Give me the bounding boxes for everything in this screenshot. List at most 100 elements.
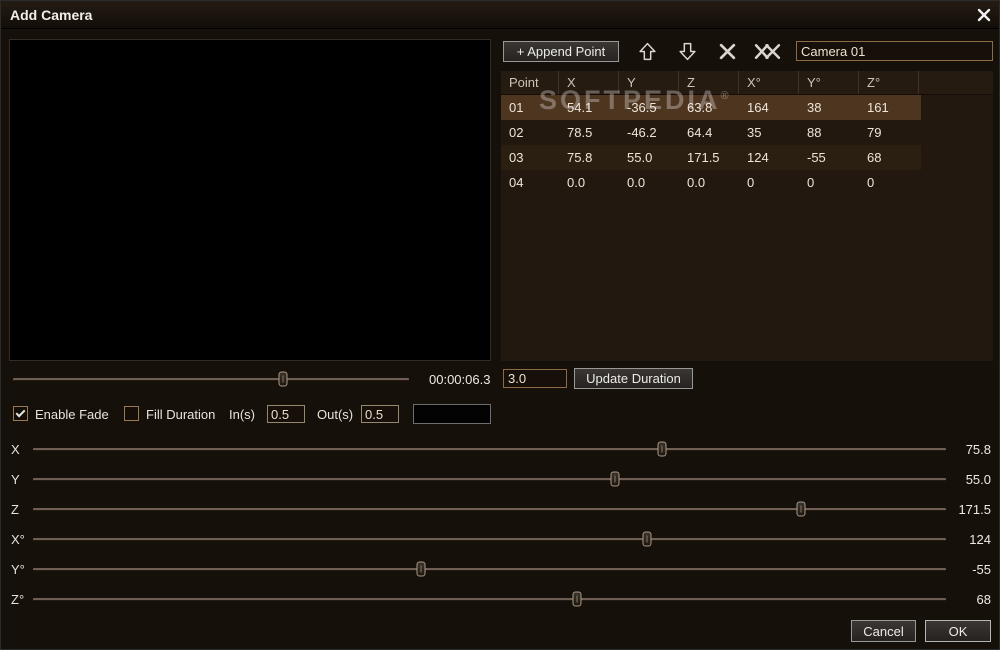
points-table: Point X Y Z X° Y° Z° 01 54.1 -36.5 63.8 … xyxy=(501,71,993,361)
cell-y: 0.0 xyxy=(627,175,646,190)
slider-label: X° xyxy=(11,532,25,547)
cell-x: 54.1 xyxy=(567,100,593,115)
enable-fade-label: Enable Fade xyxy=(35,407,109,422)
cell-point: 02 xyxy=(509,125,524,140)
cell-z: 0.0 xyxy=(687,175,706,190)
cell-x: 0.0 xyxy=(567,175,586,190)
cell-z: 63.8 xyxy=(687,100,713,115)
slider-row-z: Z 171.5 xyxy=(1,495,999,525)
update-duration-label: Update Duration xyxy=(586,371,681,386)
cell-y-deg: -55 xyxy=(807,150,826,165)
delete-all-points-button[interactable] xyxy=(751,39,783,63)
arrow-down-icon xyxy=(678,42,696,60)
cell-x-deg: 35 xyxy=(747,125,762,140)
slider-row-y: Y 55.0 xyxy=(1,465,999,495)
move-down-button[interactable] xyxy=(674,39,700,63)
cancel-label: Cancel xyxy=(863,623,904,639)
cell-y: -36.5 xyxy=(627,100,657,115)
slider-value: 68 xyxy=(976,592,991,607)
cell-x-deg: 164 xyxy=(747,100,769,115)
slider-row-x: X 75.8 xyxy=(1,435,999,465)
fade-in-input[interactable] xyxy=(267,405,305,423)
update-duration-button[interactable]: Update Duration xyxy=(574,368,693,389)
fade-controls: Enable Fade Fill Duration In(s) Out(s) xyxy=(1,401,999,427)
x-slider-handle[interactable] xyxy=(657,441,667,457)
delete-all-icon xyxy=(754,43,780,59)
header-z[interactable]: Z xyxy=(679,71,739,94)
ok-button[interactable]: OK xyxy=(925,620,991,642)
arrow-up-icon xyxy=(638,42,656,60)
z-slider-handle[interactable] xyxy=(796,501,806,517)
move-up-button[interactable] xyxy=(634,39,660,63)
y-rotation-slider[interactable] xyxy=(33,561,946,577)
camera-preview[interactable] xyxy=(9,39,491,361)
cell-y-deg: 38 xyxy=(807,100,822,115)
table-row[interactable]: 03 75.8 55.0 171.5 124 -55 68 xyxy=(501,145,921,170)
check-icon xyxy=(15,407,26,418)
delete-point-button[interactable] xyxy=(714,39,740,63)
header-x[interactable]: X xyxy=(559,71,619,94)
slider-row-x-deg: X° 124 xyxy=(1,525,999,555)
fade-out-label: Out(s) xyxy=(317,407,354,422)
cell-z-deg: 79 xyxy=(867,125,882,140)
y-slider-handle[interactable] xyxy=(610,471,620,487)
points-table-header: Point X Y Z X° Y° Z° xyxy=(501,71,993,95)
header-point[interactable]: Point xyxy=(501,71,559,94)
header-z-deg[interactable]: Z° xyxy=(859,71,919,94)
fill-duration-checkbox[interactable] xyxy=(124,406,139,421)
slider-row-z-deg: Z° 68 xyxy=(1,585,999,615)
slider-value: 55.0 xyxy=(965,472,991,487)
cell-z: 171.5 xyxy=(687,150,720,165)
y-rotation-slider-handle[interactable] xyxy=(416,561,426,577)
z-rotation-slider-handle[interactable] xyxy=(572,591,582,607)
duration-input[interactable] xyxy=(503,369,567,388)
append-point-label: + Append Point xyxy=(516,44,606,59)
slider-value: -55 xyxy=(972,562,991,577)
camera-name-input[interactable] xyxy=(796,41,993,61)
fade-color-swatch[interactable] xyxy=(413,404,491,424)
fill-duration-label: Fill Duration xyxy=(146,407,216,422)
cell-x-deg: 124 xyxy=(747,150,769,165)
slider-row-y-deg: Y° -55 xyxy=(1,555,999,585)
z-slider[interactable] xyxy=(33,501,946,517)
ok-label: OK xyxy=(948,623,968,639)
slider-value: 75.8 xyxy=(965,442,991,457)
timeline-slider-handle[interactable] xyxy=(278,371,288,387)
table-row[interactable]: 02 78.5 -46.2 64.4 35 88 79 xyxy=(501,120,921,145)
cell-y: -46.2 xyxy=(627,125,657,140)
slider-label: X xyxy=(11,442,20,457)
cell-point: 04 xyxy=(509,175,524,190)
y-slider[interactable] xyxy=(33,471,946,487)
timeline-slider[interactable] xyxy=(13,371,409,387)
append-point-button[interactable]: + Append Point xyxy=(503,41,619,62)
header-y[interactable]: Y xyxy=(619,71,679,94)
delete-icon xyxy=(719,43,735,59)
x-rotation-slider-handle[interactable] xyxy=(642,531,652,547)
header-filler xyxy=(919,71,993,94)
slider-value: 124 xyxy=(969,532,991,547)
slider-value: 171.5 xyxy=(958,502,991,517)
cell-x-deg: 0 xyxy=(747,175,755,190)
add-camera-dialog: Add Camera 00:00:06.3 Enable Fade Fill D… xyxy=(0,0,1000,650)
table-row[interactable]: 04 0.0 0.0 0.0 0 0 0 xyxy=(501,170,921,195)
cell-x: 75.8 xyxy=(567,150,593,165)
header-y-deg[interactable]: Y° xyxy=(799,71,859,94)
cancel-button[interactable]: Cancel xyxy=(851,620,916,642)
header-x-deg[interactable]: X° xyxy=(739,71,799,94)
slider-label: Y xyxy=(11,472,20,487)
close-icon[interactable] xyxy=(977,8,991,22)
cell-z-deg: 0 xyxy=(867,175,875,190)
cell-y-deg: 88 xyxy=(807,125,822,140)
cell-z: 64.4 xyxy=(687,125,713,140)
fade-out-input[interactable] xyxy=(361,405,399,423)
z-rotation-slider[interactable] xyxy=(33,591,946,607)
slider-label: Z xyxy=(11,502,19,517)
table-row[interactable]: 01 54.1 -36.5 63.8 164 38 161 xyxy=(501,95,921,120)
x-slider[interactable] xyxy=(33,441,946,457)
cell-z-deg: 68 xyxy=(867,150,882,165)
x-rotation-slider[interactable] xyxy=(33,531,946,547)
enable-fade-checkbox[interactable] xyxy=(13,406,28,421)
cell-x: 78.5 xyxy=(567,125,593,140)
title-bar: Add Camera xyxy=(1,1,999,29)
fade-in-label: In(s) xyxy=(229,407,255,422)
